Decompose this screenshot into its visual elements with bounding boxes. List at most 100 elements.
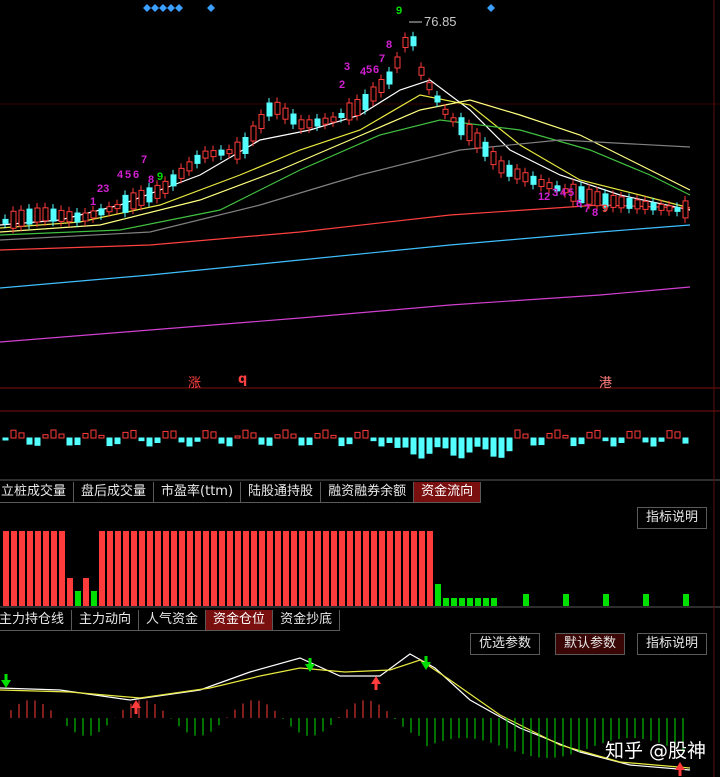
tab-main-trend[interactable]: 主力动向 [72, 610, 140, 631]
flow-bar [75, 591, 81, 606]
flow-bar [43, 531, 49, 606]
flow-bar [371, 531, 377, 606]
td-label: 5 [366, 64, 372, 76]
volume-bar [210, 431, 217, 439]
flow-bar [35, 531, 41, 606]
flow-bar [27, 531, 33, 606]
candle-body [266, 102, 273, 117]
candle-body [82, 212, 89, 222]
volume-bar [522, 433, 529, 439]
candle-body [458, 117, 465, 136]
flow-bar [451, 598, 457, 606]
flow-bar [139, 531, 145, 606]
volume-bar [218, 437, 225, 444]
tab-after-hours-volume[interactable]: 盘后成交量 [74, 482, 155, 503]
tab-main-holding-line[interactable]: 主力持仓线 [0, 610, 73, 631]
signal-arrow-icon [675, 762, 685, 770]
candle-body [426, 82, 433, 91]
volume-bar [58, 433, 65, 439]
candle-body [634, 199, 641, 210]
flow-bar [107, 531, 113, 606]
candle-body [194, 154, 201, 164]
flow-bar [491, 598, 497, 606]
candle-body [2, 218, 9, 224]
volume-bar [602, 437, 609, 442]
candle-body [474, 132, 481, 149]
capital-position-indicator [0, 653, 691, 776]
tab-capital-position[interactable]: 资金仓位 [206, 610, 274, 631]
volume-bar [594, 429, 601, 439]
flow-bar [83, 578, 89, 606]
volume-bar [498, 437, 505, 458]
volume-bar [290, 433, 297, 439]
flow-bar [459, 598, 465, 606]
signal-diamond [175, 4, 183, 12]
volume-bar [426, 437, 433, 454]
tab-northbound-holdings[interactable]: 陆股通持股 [241, 482, 322, 503]
volume-bar [330, 434, 337, 439]
td-label: 8 [386, 39, 392, 51]
td-label: 7 [379, 53, 385, 65]
volume-bar [138, 437, 145, 442]
candle-body [330, 116, 337, 123]
tab-popular-capital[interactable]: 人气资金 [139, 610, 207, 631]
volume-bar [378, 437, 385, 447]
candle-body [370, 86, 377, 102]
flow-bar [259, 531, 265, 606]
candle-body [482, 141, 489, 157]
candle-body [418, 66, 425, 76]
flow-bar [411, 531, 417, 606]
candle-body [618, 196, 625, 209]
optimize-params-button[interactable]: 优选参数 [470, 633, 541, 655]
signal-diamond [143, 4, 151, 12]
td-label: 9 [396, 5, 402, 17]
default-params-button[interactable]: 默认参数 [555, 633, 626, 655]
tab-capital-bottom-fishing[interactable]: 资金抄底 [273, 610, 341, 631]
tab-pile-volume[interactable]: 立桩成交量 [0, 482, 75, 503]
candle-body [218, 149, 225, 156]
volume-bar [418, 437, 425, 459]
flow-bar [427, 531, 433, 606]
td-label: 7 [584, 203, 590, 215]
td-label: 9 [157, 171, 163, 183]
volume-bar [274, 434, 281, 439]
volume-bar [146, 437, 153, 447]
signal-arrow-stem [374, 684, 378, 690]
flow-bar [219, 531, 225, 606]
tab-margin-balance[interactable]: 融资融券余额 [321, 482, 415, 503]
candle-body [226, 149, 233, 155]
volume-bar [338, 437, 345, 447]
candle-body [658, 203, 665, 211]
candle-body [410, 36, 417, 47]
flow-bar [443, 598, 449, 606]
tab-fund-flow[interactable]: 资金流向 [414, 482, 482, 503]
flow-bar [131, 531, 137, 606]
flow-bar [179, 531, 185, 606]
candle-body [74, 212, 81, 223]
tab-pe-ttm[interactable]: 市盈率(ttm) [154, 482, 242, 503]
volume-bar [18, 432, 25, 439]
flow-bar [115, 531, 121, 606]
signal-arrow-stem [424, 656, 428, 662]
candle-body [514, 168, 521, 180]
candle-body [642, 200, 649, 210]
td-label: 6 [133, 169, 139, 181]
flow-bar [123, 531, 129, 606]
flow-bar [59, 531, 65, 606]
candle-body [122, 194, 129, 213]
volume-bar [2, 437, 9, 441]
panel1-help-button[interactable]: 指标说明 [637, 507, 708, 529]
signal-arrow-icon [1, 680, 11, 688]
candle-body [506, 164, 513, 177]
panel2-help-button[interactable]: 指标说明 [637, 633, 708, 655]
flow-bar [483, 598, 489, 606]
candle-body [290, 113, 297, 125]
td-label: 23 [97, 183, 109, 195]
candle-body [26, 208, 33, 225]
volume-bar [666, 430, 673, 439]
volume-bar [538, 437, 545, 446]
td-label: 8 [148, 174, 154, 186]
candle-body [626, 197, 633, 209]
flow-bar [643, 594, 649, 606]
signal-diamond [151, 4, 159, 12]
